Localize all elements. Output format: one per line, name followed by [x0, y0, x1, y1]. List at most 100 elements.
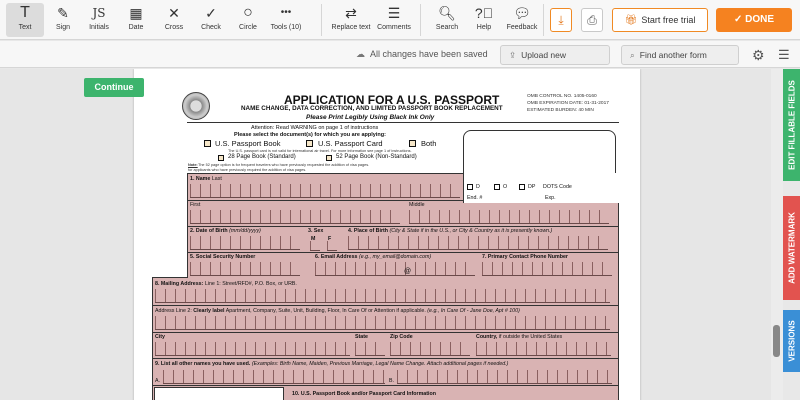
- row-divider: [152, 385, 619, 386]
- office-dots-label: DOTS Code: [543, 184, 572, 190]
- other-names-label: 9. List all other names you have used.: [155, 361, 251, 367]
- text-tool-icon: T: [20, 4, 30, 21]
- document-viewer: APPLICATION FOR A U.S. PASSPORT NAME CHA…: [0, 69, 783, 400]
- gift-icon: 🎁︎: [624, 15, 638, 26]
- address-line1-field[interactable]: [155, 289, 610, 303]
- form-top-border: [187, 122, 619, 123]
- circle-icon: ○: [243, 4, 253, 21]
- 52-page-label: 52 Page Book (Non-Standard): [336, 154, 417, 160]
- circle-tool[interactable]: ○ Circle: [232, 3, 264, 37]
- main-toolbar: T Text ✎ Sign JS Initials ▦ Date ✕ Cross…: [0, 0, 800, 40]
- city-field[interactable]: [155, 342, 350, 356]
- status-bar: ☁ All changes have been saved ⇪ Upload new…: [0, 41, 800, 78]
- cloud-saved-icon: ☁: [356, 49, 365, 59]
- email-field[interactable]: [315, 262, 475, 276]
- last-name-field[interactable]: [190, 184, 460, 198]
- more-tools[interactable]: ••• Tools (10): [268, 3, 304, 37]
- scrollbar-thumb[interactable]: [773, 325, 780, 357]
- country-field[interactable]: [476, 342, 611, 356]
- office-d-checkbox[interactable]: [467, 184, 473, 190]
- us-seal-icon: [182, 92, 210, 120]
- office-dp-checkbox[interactable]: [519, 184, 525, 190]
- mailing-address-hint: Line 1: Street/RFD#, P.O. Box, or URB.: [204, 281, 297, 287]
- continue-button[interactable]: Continue: [84, 78, 144, 97]
- first-name-field[interactable]: [190, 210, 400, 224]
- row-divider: [187, 226, 619, 227]
- document-page: APPLICATION FOR A U.S. PASSPORT NAME CHA…: [134, 69, 640, 400]
- sex-m-field[interactable]: [310, 241, 320, 251]
- replace-text-button[interactable]: ⇄ Replace text: [328, 3, 374, 37]
- date-tool[interactable]: ▦ Date: [121, 3, 151, 37]
- other-names-a-field[interactable]: [163, 370, 385, 384]
- gear-icon[interactable]: ⚙: [752, 47, 765, 64]
- zip-label: Zip Code: [390, 334, 413, 340]
- sign-tool-label: Sign: [55, 24, 70, 31]
- 52-page-checkbox[interactable]: [326, 155, 332, 161]
- upload-document-button[interactable]: ⇪Upload new document: [500, 45, 610, 78]
- pen-icon: ✎: [57, 5, 69, 21]
- help-button[interactable]: ?⃝ Help: [470, 3, 498, 37]
- passport-card-label: U.S. Passport Card: [318, 139, 383, 148]
- text-tool[interactable]: T Text: [6, 3, 44, 37]
- zip-field[interactable]: [390, 342, 470, 356]
- done-button[interactable]: ✓ DONE: [716, 8, 792, 32]
- check-icon: ✓: [733, 14, 746, 25]
- state-field[interactable]: [355, 342, 385, 356]
- find-form-button[interactable]: ⌕ Find another form: [621, 45, 739, 65]
- note-text-2: for applicants who have previously requi…: [188, 168, 307, 172]
- email-hint: (e.g., my_email@domain.com): [358, 254, 432, 260]
- versions-tab[interactable]: VERSIONS: [783, 310, 800, 372]
- dob-field[interactable]: [190, 236, 300, 250]
- passport-book-checkbox[interactable]: [204, 140, 211, 147]
- print-button[interactable]: ⎙: [581, 8, 603, 32]
- watermark-label: ADD WATERMARK: [787, 212, 796, 284]
- sign-tool[interactable]: ✎ Sign: [48, 3, 78, 37]
- sex-label: 3. Sex: [308, 228, 324, 234]
- replace-text-label: Replace text: [331, 24, 371, 31]
- more-tools-label: Tools (10): [270, 24, 302, 31]
- passport-book-label: U.S. Passport Book: [215, 139, 281, 148]
- middle-name-field[interactable]: [409, 210, 609, 224]
- initials-tool[interactable]: JS Initials: [84, 3, 114, 37]
- other-names-b-field[interactable]: [397, 370, 612, 384]
- mailing-address-label: 8. Mailing Address:: [155, 281, 204, 287]
- office-exp-label: Exp.: [545, 195, 556, 201]
- search-icon: ⌕: [630, 50, 635, 60]
- list-view-icon[interactable]: ☰: [778, 47, 790, 63]
- date-tool-label: Date: [128, 24, 144, 31]
- cross-tool[interactable]: ✕ Cross: [159, 3, 189, 37]
- address-line2-field[interactable]: [155, 316, 610, 330]
- form-subtitle: NAME CHANGE, DATA CORRECTION, AND LIMITE…: [241, 105, 503, 112]
- help-icon: ?⃝: [474, 5, 494, 21]
- versions-label: VERSIONS: [787, 320, 796, 362]
- comments-button[interactable]: ☰ Comments: [374, 3, 414, 37]
- add-watermark-tab[interactable]: ADD WATERMARK: [783, 196, 800, 300]
- office-d-label: D: [476, 184, 480, 190]
- passport-card-checkbox[interactable]: [306, 140, 313, 147]
- field-1-number: 1.: [190, 176, 195, 182]
- sex-f-field[interactable]: [327, 241, 337, 251]
- office-o-label: O: [503, 184, 508, 190]
- search-button[interactable]: 🔍︎ Search: [432, 3, 462, 37]
- download-button[interactable]: ⤓: [550, 8, 572, 32]
- row-divider: [152, 332, 619, 333]
- initials-icon: JS: [92, 6, 106, 20]
- ssn-label: 5. Social Security Number: [190, 254, 256, 260]
- ssn-field[interactable]: [190, 262, 300, 276]
- office-end-label: End. #: [467, 195, 483, 201]
- birthplace-field[interactable]: [348, 236, 608, 250]
- office-o-checkbox[interactable]: [494, 184, 500, 190]
- edit-fillable-fields-tab[interactable]: EDIT FILLABLE FIELDS: [783, 69, 800, 181]
- birthplace-hint: (City & State if in the U.S., or City & …: [389, 228, 553, 234]
- check-tool[interactable]: ✓ Check: [196, 3, 226, 37]
- both-checkbox[interactable]: [409, 140, 416, 147]
- phone-field[interactable]: [482, 262, 612, 276]
- office-use-panel: [463, 173, 619, 203]
- feedback-button[interactable]: 💬︎ Feedback: [504, 3, 540, 37]
- start-free-trial-button[interactable]: 🎁︎ Start free trial: [612, 8, 708, 32]
- 28-page-label: 28 Page Book (Standard): [228, 154, 296, 160]
- text-tool-label: Text: [18, 24, 32, 31]
- 28-page-checkbox[interactable]: [218, 155, 224, 161]
- check-icon: ✓: [205, 5, 217, 21]
- note-text: The 52 page option is for frequent trave…: [198, 163, 370, 167]
